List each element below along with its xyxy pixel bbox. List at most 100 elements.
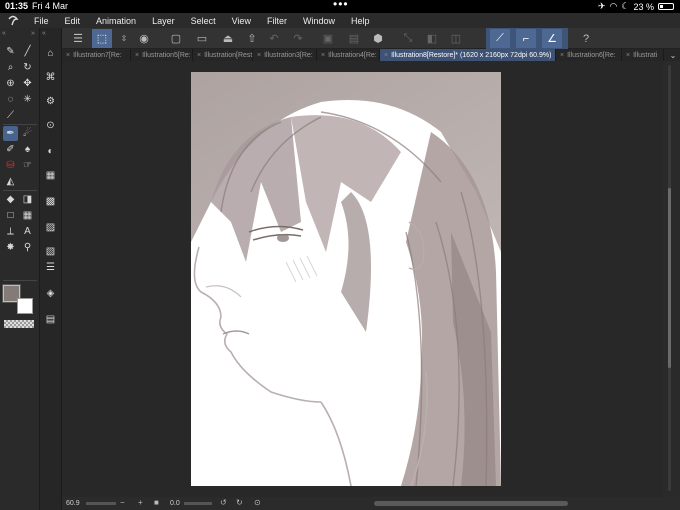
tab-close-icon[interactable]: × xyxy=(560,52,564,59)
text-tool-icon[interactable]: A xyxy=(20,224,35,239)
menu-view[interactable]: View xyxy=(224,16,259,26)
multitask-dots-icon[interactable]: ••• xyxy=(333,0,349,11)
companion-mode-icon[interactable]: ◉ xyxy=(134,29,154,48)
new-canvas-icon[interactable]: ▢ xyxy=(166,29,186,48)
eyedropper-tool-icon[interactable]: ⟋ xyxy=(3,108,18,123)
airbrush-tool-icon[interactable]: ☄ xyxy=(20,126,35,141)
fill-icon[interactable]: ⬢ xyxy=(368,29,388,48)
brush-size-palette-icon[interactable]: ⌘ xyxy=(43,70,58,85)
help-icon[interactable]: ? xyxy=(576,29,596,48)
zoom-slider[interactable] xyxy=(86,502,116,505)
pencil-tool-icon[interactable]: ╱ xyxy=(20,44,35,59)
tab-close-icon[interactable]: × xyxy=(321,52,325,59)
invert-selection-icon[interactable]: ◫ xyxy=(446,29,466,48)
tab-close-icon[interactable]: × xyxy=(135,52,139,59)
chevron-up-down-icon[interactable]: ⇳ xyxy=(114,29,134,48)
stabilize-strong-icon[interactable]: ∠ xyxy=(542,29,562,48)
save-icon[interactable]: ⏏ xyxy=(218,29,238,48)
tab-close-icon[interactable]: × xyxy=(66,52,70,59)
canvas-tab-active[interactable]: × Illustration8[Restore]* (1620 x 2160px … xyxy=(380,49,556,61)
hamburger-menu-icon[interactable]: ☰ xyxy=(68,29,88,48)
canvas-tab[interactable]: × Illustration5[Re: xyxy=(131,49,193,61)
menu-select[interactable]: Select xyxy=(183,16,224,26)
undo-icon[interactable]: ↶ xyxy=(264,29,284,48)
layer-palette-icon[interactable]: ◈ xyxy=(43,286,58,301)
gradient-tool-icon[interactable]: ◨ xyxy=(20,192,35,207)
decoration-tool-icon[interactable]: ♠ xyxy=(20,142,35,157)
tab-close-icon[interactable]: × xyxy=(257,52,261,59)
transparent-color-swatch[interactable] xyxy=(4,320,34,328)
rotation-value[interactable]: 0.0 xyxy=(170,499,180,508)
collapse-right-icon[interactable]: » xyxy=(31,30,35,37)
rotate-left-icon[interactable]: ↺ xyxy=(220,498,227,507)
zoom-tool-icon[interactable]: ⌕ xyxy=(3,60,18,75)
zoom-value[interactable]: 60.9 xyxy=(66,499,80,508)
object-tool-icon[interactable]: ⊕ xyxy=(3,76,18,91)
sub-tool-palette-icon[interactable]: ⌂ xyxy=(43,46,58,61)
watercolor-tool-icon[interactable]: ⛁ xyxy=(3,158,18,173)
pen-tool-icon[interactable]: ✒ xyxy=(3,126,18,141)
canvas-tab[interactable]: × Illustration[Rest xyxy=(193,49,253,61)
approximate-color-palette-icon[interactable]: ▧ xyxy=(43,244,58,259)
menu-layer[interactable]: Layer xyxy=(144,16,183,26)
tool-property-palette-icon[interactable]: ⚙ xyxy=(43,94,58,109)
eraser-tool-icon[interactable]: ◭ xyxy=(3,174,18,189)
menu-filter[interactable]: Filter xyxy=(259,16,295,26)
figure-tool-icon[interactable]: □ xyxy=(3,208,18,223)
menu-window[interactable]: Window xyxy=(295,16,343,26)
menu-help[interactable]: Help xyxy=(343,16,378,26)
collapse-left-icon[interactable]: « xyxy=(42,30,46,37)
export-icon[interactable]: ⇧ xyxy=(242,29,262,48)
rotation-slider[interactable] xyxy=(184,502,212,505)
tab-close-icon[interactable]: × xyxy=(384,52,388,59)
drawing-canvas[interactable] xyxy=(191,72,501,486)
smartphone-mode-icon[interactable]: ⬚ xyxy=(92,29,112,48)
balloon-tool-icon[interactable]: ✸ xyxy=(3,240,18,255)
magic-wand-icon[interactable]: ✳ xyxy=(20,92,35,107)
tab-overflow-chevron-icon[interactable]: ⌄ xyxy=(666,49,680,61)
collapse-left-icon[interactable]: « xyxy=(2,30,6,37)
rotate-right-icon[interactable]: ↻ xyxy=(236,498,243,507)
deselect-icon[interactable]: ◧ xyxy=(422,29,442,48)
move-tool-icon[interactable]: ✥ xyxy=(20,76,35,91)
canvas-tab[interactable]: × Illustration7[Re: xyxy=(62,49,131,61)
vertical-scrollbar[interactable] xyxy=(662,61,680,497)
erase-outside-icon[interactable]: ▤ xyxy=(344,29,364,48)
tab-close-icon[interactable]: × xyxy=(197,52,201,59)
layer-property-palette-icon[interactable]: ☰ xyxy=(43,260,58,275)
canvas-workspace[interactable] xyxy=(62,61,662,497)
fill-tool-icon[interactable]: ◆ xyxy=(3,192,18,207)
tab-close-icon[interactable]: × xyxy=(626,52,630,59)
app-logo-icon[interactable] xyxy=(0,13,26,28)
sub-color-swatch[interactable] xyxy=(17,298,33,314)
ruler-tool-icon[interactable]: ⟂ xyxy=(3,224,18,239)
brush-tool-icon[interactable]: ✐ xyxy=(3,142,18,157)
canvas-tab[interactable]: × Illustration4[Re: xyxy=(317,49,380,61)
rotate-tool-icon[interactable]: ↻ xyxy=(20,60,35,75)
stabilize-medium-icon[interactable]: ⌐ xyxy=(516,29,536,48)
scroll-thumb[interactable] xyxy=(668,188,671,368)
horizontal-scroll-thumb[interactable] xyxy=(374,501,568,506)
fit-view-icon[interactable]: ■ xyxy=(154,498,159,507)
stabilize-weak-icon[interactable]: ⟋ xyxy=(490,29,510,48)
open-folder-icon[interactable]: ▭ xyxy=(192,29,212,48)
lasso-tool-icon[interactable]: ◌ xyxy=(3,92,18,107)
intermediate-color-palette-icon[interactable]: ▨ xyxy=(43,220,58,235)
menu-edit[interactable]: Edit xyxy=(57,16,89,26)
materials-palette-icon[interactable]: ▤ xyxy=(43,312,58,327)
reset-rotation-icon[interactable]: ⊙ xyxy=(254,498,261,507)
correct-line-tool-icon[interactable]: ⚲ xyxy=(20,240,35,255)
navigator-palette-icon[interactable]: ⊙ xyxy=(43,118,58,133)
zoom-out-icon[interactable]: − xyxy=(120,498,125,507)
blend-tool-icon[interactable]: ☞ xyxy=(20,158,35,173)
canvas-tab[interactable]: × Illustration6[Re: xyxy=(556,49,622,61)
transform-icon[interactable]: ⤡ xyxy=(398,29,418,48)
menu-animation[interactable]: Animation xyxy=(88,16,144,26)
zoom-in-icon[interactable]: + xyxy=(138,498,143,507)
redo-icon[interactable]: ↷ xyxy=(288,29,308,48)
color-history-palette-icon[interactable]: ▩ xyxy=(43,194,58,209)
color-wheel-palette-icon[interactable]: ◐ xyxy=(43,144,58,159)
pen-quick-icon[interactable]: ✎ xyxy=(3,44,18,59)
clear-layer-icon[interactable]: ▣ xyxy=(318,29,338,48)
color-set-palette-icon[interactable]: ▦ xyxy=(43,168,58,183)
